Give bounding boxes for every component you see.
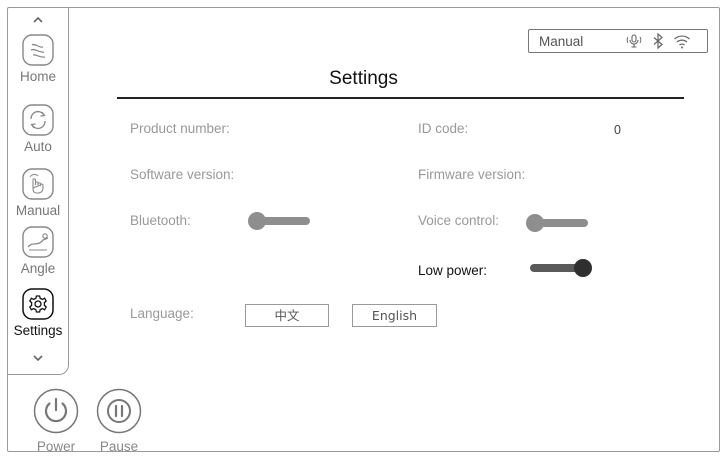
pause-label: Pause bbox=[99, 439, 139, 454]
power-button[interactable]: Power bbox=[31, 387, 81, 454]
voice-control-toggle[interactable] bbox=[526, 214, 592, 232]
bluetooth-label: Bluetooth: bbox=[130, 213, 191, 228]
auto-cycle-icon bbox=[22, 104, 54, 136]
status-bar: Manual bbox=[528, 29, 708, 53]
sidebar-item-auto[interactable]: Auto bbox=[7, 103, 69, 163]
scroll-up-icon[interactable] bbox=[31, 13, 45, 27]
toggle-knob bbox=[526, 214, 544, 232]
sidebar-item-label: Manual bbox=[15, 203, 61, 218]
software-version-label: Software version: bbox=[130, 167, 235, 182]
bluetooth-toggle[interactable] bbox=[248, 212, 314, 230]
voice-control-label: Voice control: bbox=[418, 213, 500, 228]
sidebar-item-angle[interactable]: Angle bbox=[7, 225, 69, 285]
mode-indicator: Manual bbox=[539, 33, 584, 49]
power-label: Power bbox=[36, 439, 76, 454]
angle-recline-icon bbox=[22, 226, 54, 258]
id-code-label: ID code: bbox=[418, 121, 469, 136]
firmware-version-label: Firmware version: bbox=[418, 167, 526, 182]
toggle-knob bbox=[248, 212, 266, 230]
toggle-knob bbox=[574, 259, 592, 277]
home-hand-icon bbox=[22, 34, 54, 66]
title-divider bbox=[117, 97, 684, 99]
wifi-icon bbox=[674, 35, 690, 49]
manual-touch-icon bbox=[22, 168, 54, 200]
sidebar-item-manual[interactable]: Manual bbox=[7, 167, 69, 227]
product-number-label: Product number: bbox=[130, 121, 230, 136]
sidebar-item-label: Settings bbox=[13, 323, 63, 338]
page-title: Settings bbox=[329, 68, 398, 89]
id-code-value: 0 bbox=[614, 123, 621, 137]
low-power-toggle[interactable] bbox=[526, 259, 592, 277]
bluetooth-icon bbox=[653, 32, 663, 50]
language-chinese-button[interactable]: 中文 bbox=[245, 304, 329, 327]
power-icon bbox=[33, 388, 79, 434]
settings-gear-icon bbox=[22, 288, 54, 320]
sidebar-item-label: Auto bbox=[24, 139, 52, 154]
pause-icon bbox=[96, 388, 142, 434]
pause-button[interactable]: Pause bbox=[94, 387, 144, 454]
language-label: Language: bbox=[130, 306, 194, 321]
sidebar-nav: Home Auto Manual Angle Settings bbox=[7, 7, 69, 375]
sidebar-item-settings[interactable]: Settings bbox=[7, 287, 69, 347]
sidebar-item-label: Angle bbox=[20, 261, 56, 276]
language-english-button[interactable]: English bbox=[352, 304, 437, 327]
microphone-icon bbox=[626, 34, 642, 48]
low-power-label: Low power: bbox=[418, 263, 488, 278]
scroll-down-icon[interactable] bbox=[31, 351, 45, 365]
